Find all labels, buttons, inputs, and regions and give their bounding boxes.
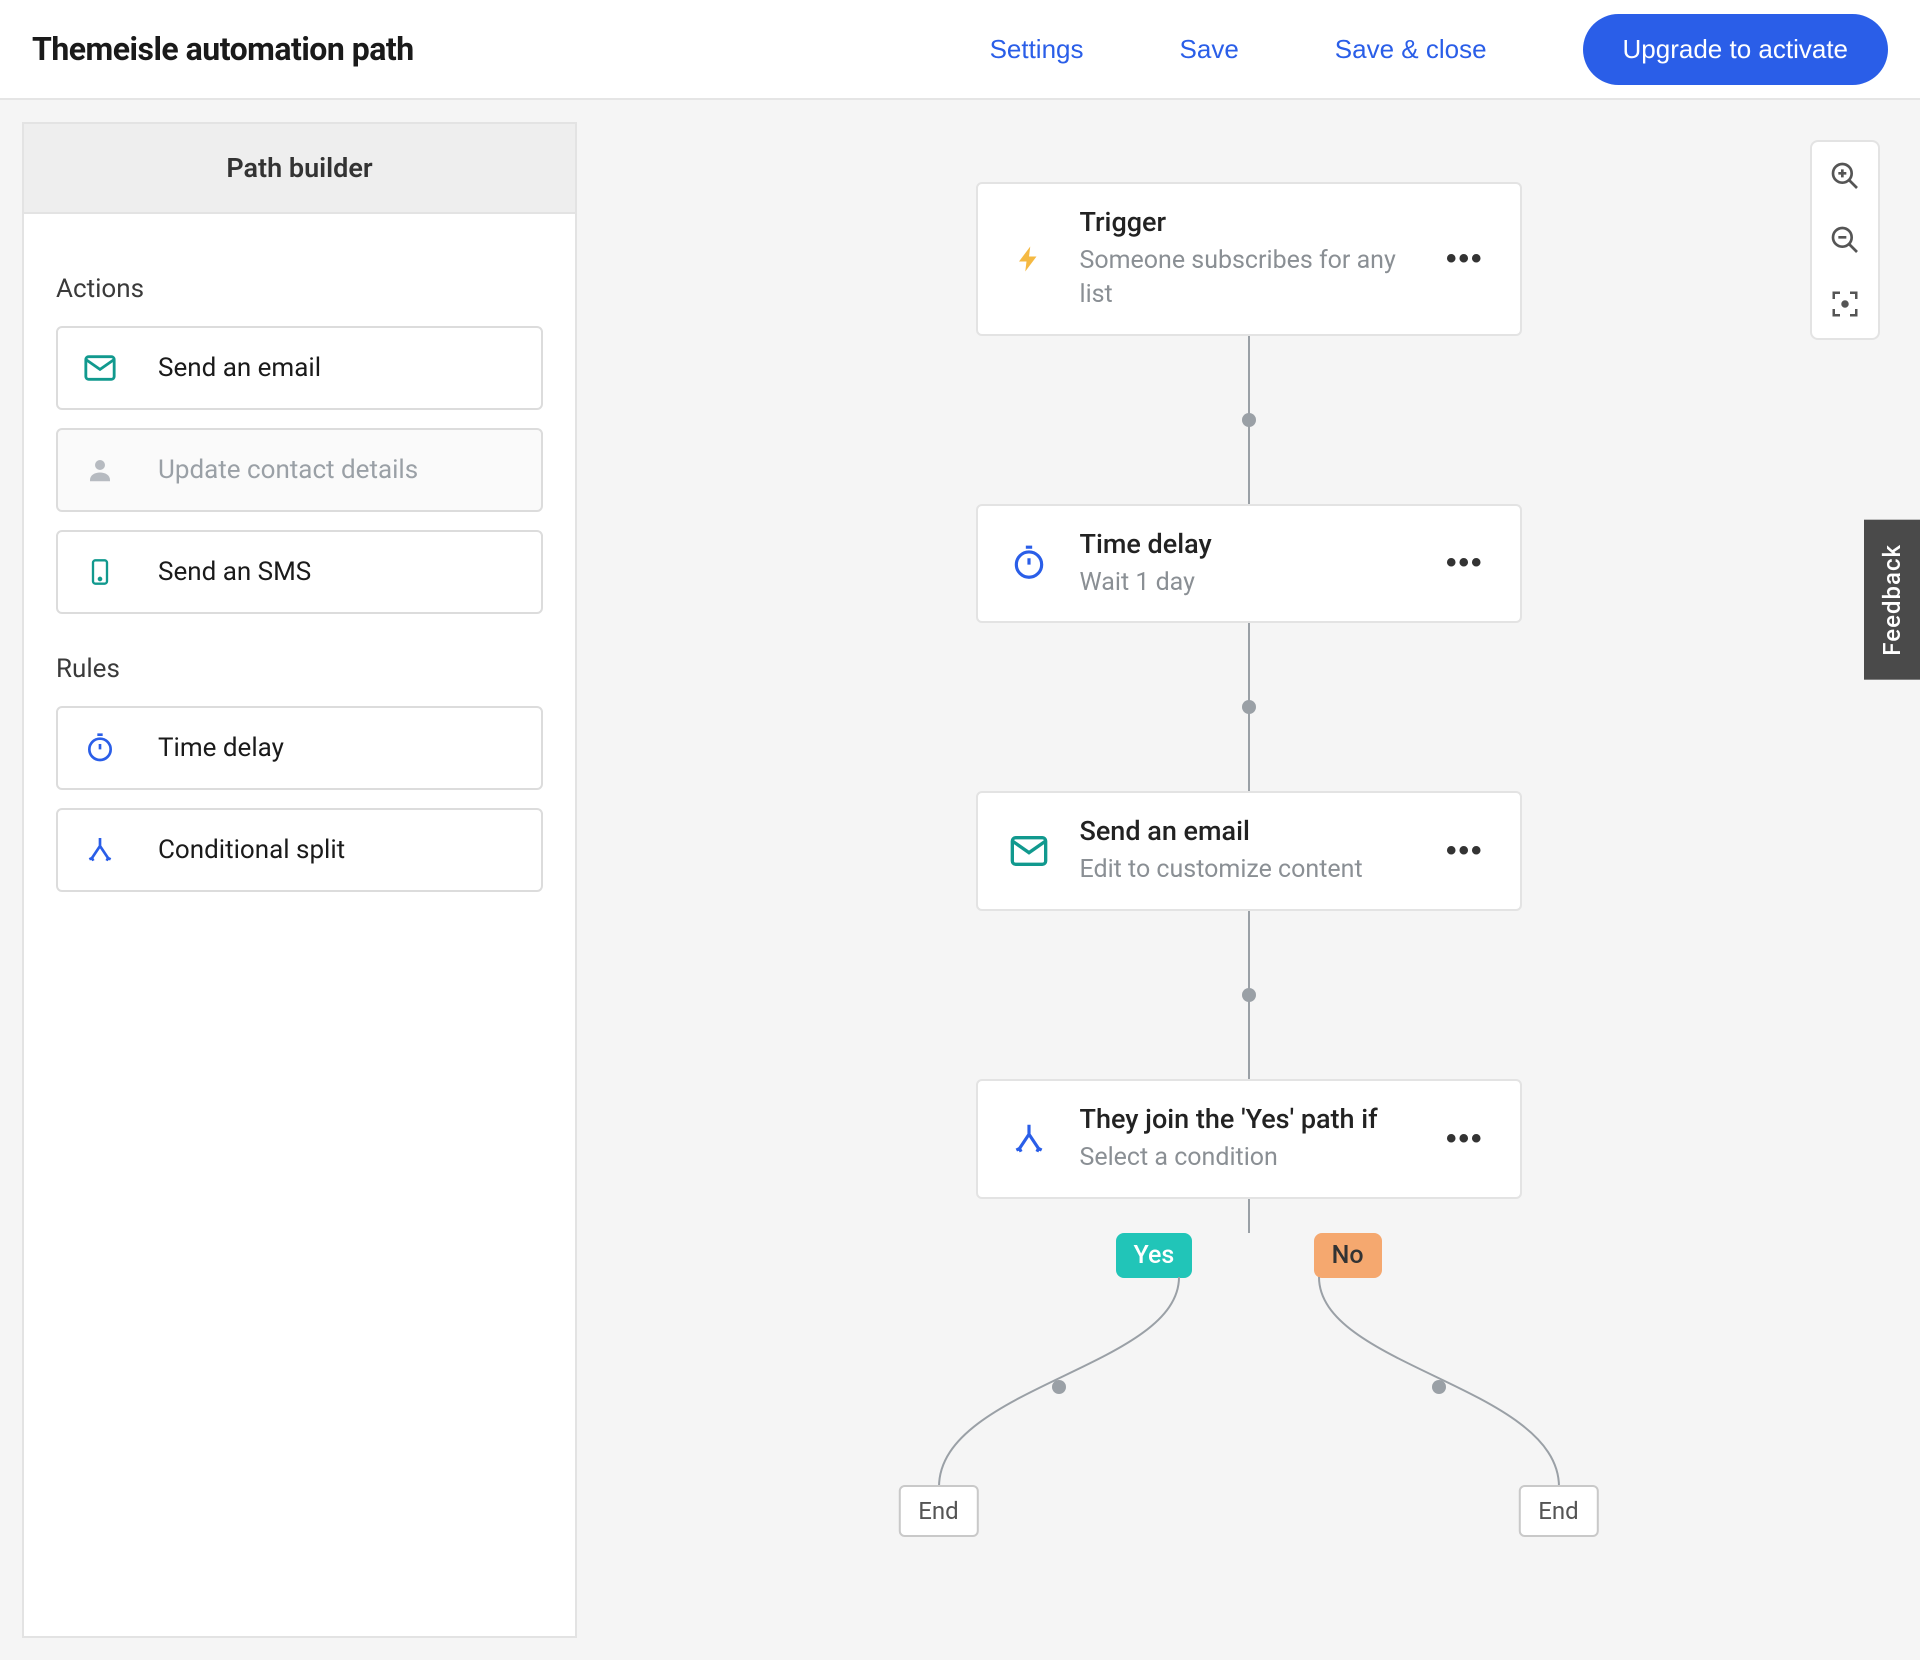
- branch-dot[interactable]: [1052, 1380, 1066, 1394]
- bolt-icon: [1006, 236, 1052, 282]
- upgrade-button[interactable]: Upgrade to activate: [1583, 14, 1888, 85]
- action-update-contact: Update contact details: [56, 428, 543, 512]
- node-delay[interactable]: Time delay Wait 1 day •••: [976, 504, 1522, 624]
- card-sub: Wait 1 day: [1080, 566, 1410, 600]
- action-label: Update contact details: [158, 455, 418, 485]
- mail-icon: [82, 350, 118, 386]
- node-menu-button[interactable]: •••: [1438, 238, 1492, 280]
- sidebar-body: Actions Send an email Update contact det…: [24, 214, 575, 934]
- connector[interactable]: [1248, 336, 1250, 504]
- settings-button[interactable]: Settings: [990, 34, 1084, 65]
- stopwatch-icon: [1006, 540, 1052, 586]
- card-title: Time delay: [1080, 528, 1410, 560]
- zoom-in-button[interactable]: [1815, 146, 1875, 206]
- no-pill[interactable]: No: [1314, 1233, 1382, 1278]
- end-node[interactable]: End: [1518, 1485, 1598, 1537]
- rule-time-delay[interactable]: Time delay: [56, 706, 543, 790]
- zoom-out-button[interactable]: [1815, 210, 1875, 270]
- action-send-email[interactable]: Send an email: [56, 326, 543, 410]
- card-sub: Someone subscribes for any list: [1080, 244, 1410, 312]
- split-branches: End End: [859, 1277, 1639, 1537]
- node-split[interactable]: They join the 'Yes' path if Select a con…: [976, 1079, 1522, 1199]
- rules-label: Rules: [56, 654, 543, 684]
- path-builder-panel: Path builder Actions Send an email Updat…: [22, 122, 577, 1638]
- end-node[interactable]: End: [898, 1485, 978, 1537]
- person-icon: [82, 452, 118, 488]
- phone-icon: [82, 554, 118, 590]
- mail-icon: [1006, 828, 1052, 874]
- rule-label: Time delay: [158, 733, 284, 763]
- action-send-sms[interactable]: Send an SMS: [56, 530, 543, 614]
- save-button[interactable]: Save: [1180, 34, 1239, 65]
- rule-label: Conditional split: [158, 835, 345, 865]
- actions-section: Actions Send an email Update contact det…: [56, 274, 543, 614]
- flow: Trigger Someone subscribes for any list …: [799, 182, 1699, 1537]
- zoom-tools: [1810, 140, 1880, 340]
- card-title: Send an email: [1080, 815, 1410, 847]
- node-email[interactable]: Send an email Edit to customize content …: [976, 791, 1522, 911]
- connector: [1248, 1199, 1250, 1233]
- action-label: Send an email: [158, 353, 321, 383]
- split-icon: [82, 832, 118, 868]
- rules-section: Rules Time delay Conditional split: [56, 654, 543, 892]
- node-menu-button[interactable]: •••: [1438, 830, 1492, 872]
- actions-label: Actions: [56, 274, 543, 304]
- fit-button[interactable]: [1815, 274, 1875, 334]
- page-title: Themeisle automation path: [32, 30, 414, 68]
- node-trigger[interactable]: Trigger Someone subscribes for any list …: [976, 182, 1522, 336]
- canvas[interactable]: Feedback Trigger Someone subscribes for …: [577, 100, 1920, 1660]
- card-title: They join the 'Yes' path if: [1080, 1103, 1410, 1135]
- split-icon: [1006, 1116, 1052, 1162]
- top-header: Themeisle automation path Settings Save …: [0, 0, 1920, 100]
- feedback-tab[interactable]: Feedback: [1864, 520, 1920, 680]
- split-labels: Yes No: [976, 1233, 1522, 1283]
- connector[interactable]: [1248, 911, 1250, 1079]
- card-title: Trigger: [1080, 206, 1410, 238]
- connector[interactable]: [1248, 623, 1250, 791]
- stopwatch-icon: [82, 730, 118, 766]
- node-menu-button[interactable]: •••: [1438, 1118, 1492, 1160]
- branch-dot[interactable]: [1432, 1380, 1446, 1394]
- node-menu-button[interactable]: •••: [1438, 542, 1492, 584]
- action-label: Send an SMS: [158, 557, 311, 587]
- yes-pill[interactable]: Yes: [1116, 1233, 1193, 1278]
- sidebar-title: Path builder: [24, 124, 575, 214]
- card-sub: Edit to customize content: [1080, 853, 1410, 887]
- save-close-button[interactable]: Save & close: [1335, 34, 1487, 65]
- main: Path builder Actions Send an email Updat…: [0, 100, 1920, 1660]
- card-sub: Select a condition: [1080, 1141, 1410, 1175]
- header-actions: Settings Save Save & close Upgrade to ac…: [990, 14, 1888, 85]
- rule-conditional-split[interactable]: Conditional split: [56, 808, 543, 892]
